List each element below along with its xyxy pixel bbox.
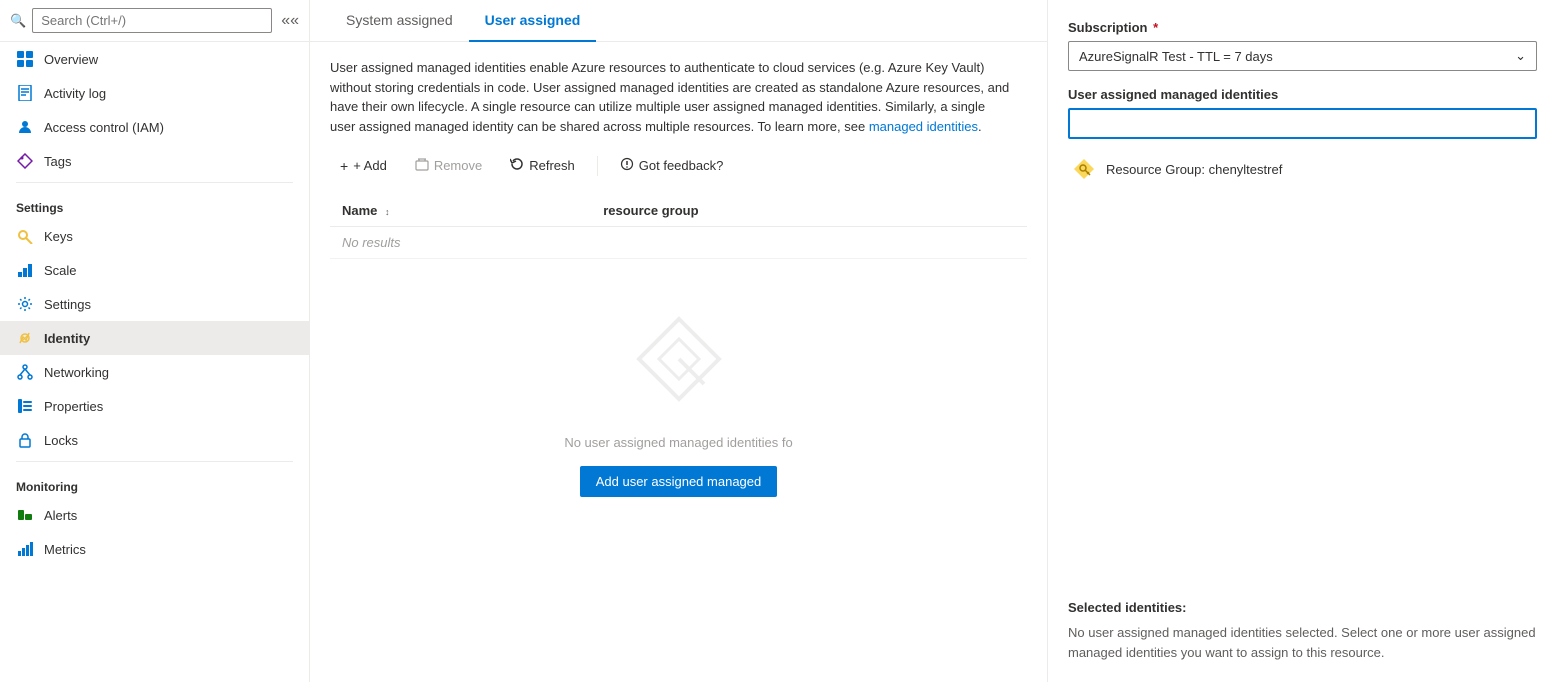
sidebar-nav: Overview Activity log Access control (IA… [0,42,309,682]
toolbar: + + Add Remove Refresh Got feedb [330,152,1027,179]
tab-user-assigned[interactable]: User assigned [469,0,597,42]
key-icon [16,227,34,245]
subscription-dropdown[interactable]: AzureSignalR Test - TTL = 7 days ⌄ [1068,41,1537,71]
sidebar-item-locks-label: Locks [44,433,78,448]
properties-icon [16,397,34,415]
empty-state-text: No user assigned managed identities fo [564,435,792,450]
search-input[interactable] [32,8,272,33]
metrics-icon [16,540,34,558]
sidebar-item-activity-log[interactable]: Activity log [0,76,309,110]
search-bar: 🔍 «« [0,0,309,42]
sidebar-item-keys-label: Keys [44,229,73,244]
identity-icon [16,329,34,347]
toolbar-divider [597,156,598,176]
sidebar-item-overview[interactable]: Overview [0,42,309,76]
lock-icon [16,431,34,449]
dropdown-chevron-icon: ⌄ [1515,48,1526,64]
sidebar-item-access-control-label: Access control (IAM) [44,120,164,135]
trash-icon [415,157,429,174]
sidebar-item-identity-label: Identity [44,331,90,346]
tab-system-assigned-label: System assigned [346,12,453,28]
sidebar-item-alerts[interactable]: Alerts [0,498,309,532]
person-icon [16,118,34,136]
table-row: No results [330,227,1027,259]
doc-icon [16,84,34,102]
tag-icon [16,152,34,170]
sidebar-item-properties[interactable]: Properties [0,389,309,423]
feedback-button[interactable]: Got feedback? [610,152,734,179]
selected-identities-label: Selected identities: [1068,600,1537,615]
subscription-required-star: * [1153,20,1158,35]
monitoring-section-label: Monitoring [0,466,309,498]
sidebar: 🔍 «« Overview Activity log Access contro… [0,0,310,682]
sidebar-item-metrics[interactable]: Metrics [0,532,309,566]
selected-description-text: No user assigned managed identities sele… [1068,623,1537,662]
feedback-label: Got feedback? [639,158,724,173]
sidebar-item-alerts-label: Alerts [44,508,77,523]
subscription-label: Subscription * [1068,20,1537,35]
search-icon: 🔍 [10,13,26,29]
sidebar-item-networking[interactable]: Networking [0,355,309,389]
add-button[interactable]: + + Add [330,153,397,179]
main-content: System assigned User assigned User assig… [310,0,1047,682]
refresh-button[interactable]: Refresh [500,152,585,179]
sidebar-item-activity-log-label: Activity log [44,86,106,101]
table-col-resource-group: resource group [591,195,1027,227]
add-user-assigned-button[interactable]: Add user assigned managed [580,466,778,497]
subscription-value: AzureSignalR Test - TTL = 7 days [1079,49,1273,64]
sidebar-item-locks[interactable]: Locks [0,423,309,457]
sidebar-item-properties-label: Properties [44,399,103,414]
identities-search-input[interactable] [1068,108,1537,139]
right-panel: Subscription * AzureSignalR Test - TTL =… [1047,0,1557,682]
settings-divider [16,182,293,183]
settings-section-label: Settings [0,187,309,219]
refresh-label: Refresh [529,158,575,173]
sidebar-item-settings-label: Settings [44,297,91,312]
identities-table: Name ↕ resource group No results [330,195,1027,259]
sidebar-item-overview-label: Overview [44,52,98,67]
bell-icon [16,506,34,524]
gear-icon [16,295,34,313]
add-label: + Add [353,158,387,173]
sort-icon-name[interactable]: ↕ [385,207,390,217]
sidebar-item-access-control[interactable]: Access control (IAM) [0,110,309,144]
no-results-text: No results [330,227,1027,259]
sidebar-item-scale-label: Scale [44,263,77,278]
sidebar-item-metrics-label: Metrics [44,542,86,557]
identities-label: User assigned managed identities [1068,87,1537,102]
tab-system-assigned[interactable]: System assigned [330,0,469,42]
empty-state: No user assigned managed identities fo A… [330,259,1027,537]
add-icon: + [340,158,348,174]
network-icon [16,363,34,381]
key-yellow-icon [1072,157,1096,181]
tab-bar: System assigned User assigned [310,0,1047,42]
scale-icon [16,261,34,279]
feedback-icon [620,157,634,174]
grid-icon [16,50,34,68]
refresh-icon [510,157,524,174]
table-col-name: Name ↕ [330,195,591,227]
remove-label: Remove [434,158,482,173]
description-text: User assigned managed identities enable … [330,58,1010,136]
remove-button[interactable]: Remove [405,152,492,179]
sidebar-item-keys[interactable]: Keys [0,219,309,253]
collapse-button[interactable]: «« [281,12,299,30]
monitoring-divider [16,461,293,462]
sidebar-item-tags[interactable]: Tags [0,144,309,178]
content-area: User assigned managed identities enable … [310,42,1047,682]
sidebar-item-settings[interactable]: Settings [0,287,309,321]
sidebar-item-networking-label: Networking [44,365,109,380]
sidebar-item-identity[interactable]: Identity [0,321,309,355]
empty-state-icon [619,299,739,419]
tab-user-assigned-label: User assigned [485,12,581,28]
identity-list-item[interactable]: Resource Group: chenyltestref [1068,151,1537,187]
sidebar-item-tags-label: Tags [44,154,71,169]
description-link[interactable]: managed identities [869,119,978,134]
sidebar-item-scale[interactable]: Scale [0,253,309,287]
selected-section: Selected identities: No user assigned ma… [1068,584,1537,662]
identity-resource-group-label: Resource Group: chenyltestref [1106,162,1282,177]
